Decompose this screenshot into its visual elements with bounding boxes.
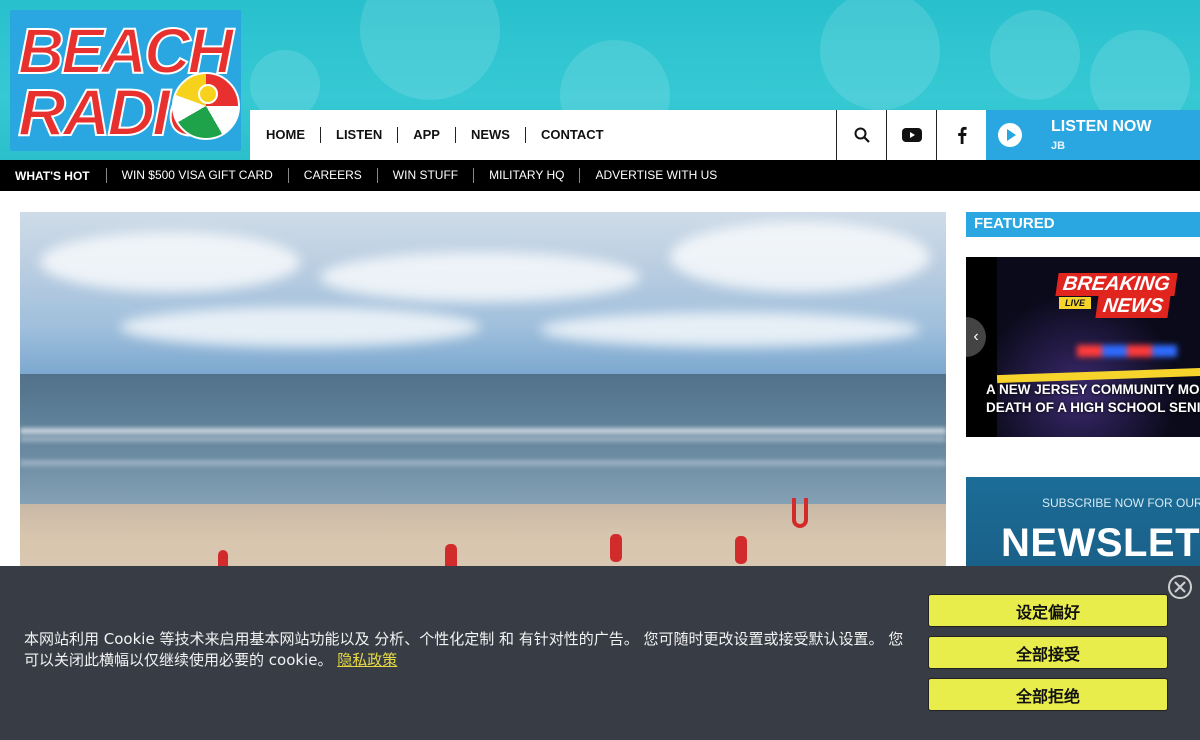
breaking-badge: BREAKING (1055, 273, 1178, 296)
cookie-banner: 本网站利用 Cookie 等技术来启用基本网站功能以及 分析、个性化定制 和 有… (0, 566, 1200, 740)
newsletter-title: NEWSLETTE (1001, 521, 1200, 565)
whats-hot-bar: WHAT'S HOT WIN $500 VISA GIFT CARD CAREE… (0, 160, 1200, 191)
search-icon[interactable] (836, 110, 886, 160)
nav-app[interactable]: APP (397, 127, 455, 143)
hero-beach-image[interactable] (20, 212, 946, 572)
newsletter-promo[interactable]: SUBSCRIBE NOW FOR OUR NEWSLETTE (966, 477, 1200, 577)
hot-link-military-hq[interactable]: MILITARY HQ (473, 168, 579, 183)
listen-now-button[interactable]: LISTEN NOW JB (986, 110, 1200, 160)
set-preferences-button[interactable]: 设定偏好 (928, 594, 1168, 627)
hot-link-win-stuff[interactable]: WIN STUFF (376, 168, 473, 183)
news-badge: NEWS (1095, 295, 1171, 318)
page: BEACH RADIO HOME LISTEN APP NEWS CONTACT (0, 0, 1200, 740)
hero-sea (20, 374, 946, 514)
cookie-message: 本网站利用 Cookie 等技术来启用基本网站功能以及 分析、个性化定制 和 有… (24, 629, 914, 671)
cookie-message-text: 本网站利用 Cookie 等技术来启用基本网站功能以及 分析、个性化定制 和 有… (24, 630, 904, 669)
nav-contact[interactable]: CONTACT (524, 127, 619, 143)
featured-card-title-line2: DEATH OF A HIGH SCHOOL SENIOR (986, 400, 1200, 415)
close-icon[interactable] (1168, 575, 1192, 599)
nav-listen[interactable]: LISTEN (320, 127, 397, 143)
nav-news[interactable]: NEWS (454, 127, 525, 143)
hot-link-advertise[interactable]: ADVERTISE WITH US (579, 168, 732, 183)
listen-now-label: LISTEN NOW (1051, 118, 1152, 135)
featured-card-title: A NEW JERSEY COMMUNITY MOURN DEATH OF A … (986, 381, 1200, 417)
beach-ball-icon (172, 72, 240, 140)
privacy-policy-link[interactable]: 隐私政策 (337, 651, 397, 669)
featured-card[interactable]: BREAKING LIVE NEWS A NEW JERSEY COMMUNIT… (966, 257, 1200, 437)
hot-link-gift-card[interactable]: WIN $500 VISA GIFT CARD (105, 168, 288, 183)
listen-now-station: JB (1051, 140, 1066, 152)
youtube-icon[interactable] (886, 110, 936, 160)
police-lights (1077, 345, 1177, 357)
site-logo[interactable]: BEACH RADIO (10, 10, 241, 151)
main-nav: HOME LISTEN APP NEWS CONTACT (250, 110, 986, 160)
whats-hot-label: WHAT'S HOT (15, 168, 90, 183)
hot-link-careers[interactable]: CAREERS (287, 168, 377, 183)
facebook-icon[interactable] (936, 110, 986, 160)
featured-heading: FEATURED (966, 212, 1200, 237)
featured-card-title-line1: A NEW JERSEY COMMUNITY MOURN (986, 382, 1200, 397)
newsletter-subtitle: SUBSCRIBE NOW FOR OUR (1042, 496, 1200, 510)
nav-home[interactable]: HOME (266, 127, 320, 143)
live-badge: LIVE (1059, 297, 1092, 309)
reject-all-button[interactable]: 全部拒绝 (928, 678, 1168, 711)
play-icon (998, 123, 1022, 147)
accept-all-button[interactable]: 全部接受 (928, 636, 1168, 669)
